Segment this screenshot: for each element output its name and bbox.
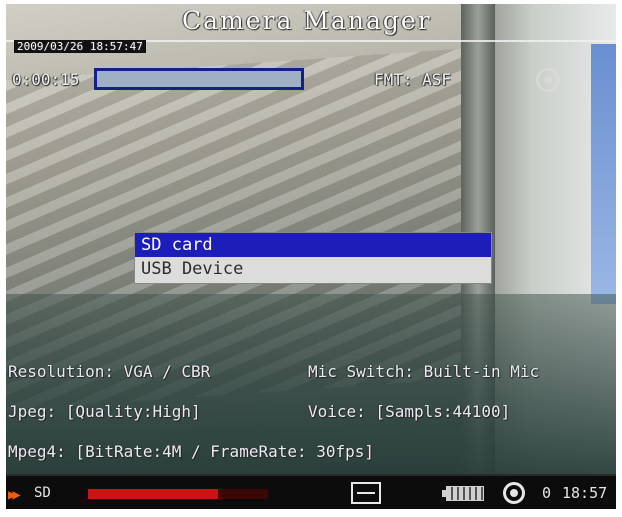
datetime-stamp: 2009/03/26 18:57:47 — [14, 40, 146, 53]
status-bar: ▶▶ SD 0 18:57 — [6, 474, 616, 509]
elapsed-time: 0:00:15 — [12, 70, 80, 89]
title-bar: Camera Manager — [6, 4, 616, 42]
mic-switch-setting: Mic Switch: Built-in Mic — [308, 362, 540, 381]
recording-progress-fill — [97, 71, 301, 87]
storage-select-menu: SD card USB Device — [134, 232, 492, 284]
resolution-setting: Resolution: VGA / CBR — [8, 362, 211, 381]
jpeg-setting: Jpeg: [Quality:High] — [8, 402, 201, 421]
voice-setting: Voice: [Sampls:44100] — [308, 402, 511, 421]
menu-item-usb-device[interactable]: USB Device — [135, 257, 491, 281]
app-title: Camera Manager — [182, 6, 432, 35]
mpeg4-setting: Mpeg4: [BitRate:4M / FrameRate: 30fps] — [8, 442, 375, 461]
recording-progress-bar — [94, 68, 304, 90]
storage-usage-fill — [88, 489, 218, 499]
storage-usage-bar — [88, 489, 268, 499]
battery-icon — [442, 486, 484, 501]
camera-lens-icon[interactable] — [536, 68, 560, 92]
film-icon[interactable] — [351, 482, 381, 504]
background-monitor — [591, 44, 616, 304]
menu-item-sd-card[interactable]: SD card — [135, 233, 491, 257]
camera-screen: Camera Manager 2009/03/26 18:57:47 0:00:… — [6, 4, 616, 509]
format-label: FMT: ASF — [374, 70, 452, 89]
record-icon[interactable] — [503, 482, 525, 504]
clock-time: 18:57 — [562, 484, 608, 502]
media-label: SD — [34, 485, 51, 501]
record-count: 0 — [542, 484, 552, 502]
play-icon[interactable]: ▶▶ — [8, 487, 21, 503]
